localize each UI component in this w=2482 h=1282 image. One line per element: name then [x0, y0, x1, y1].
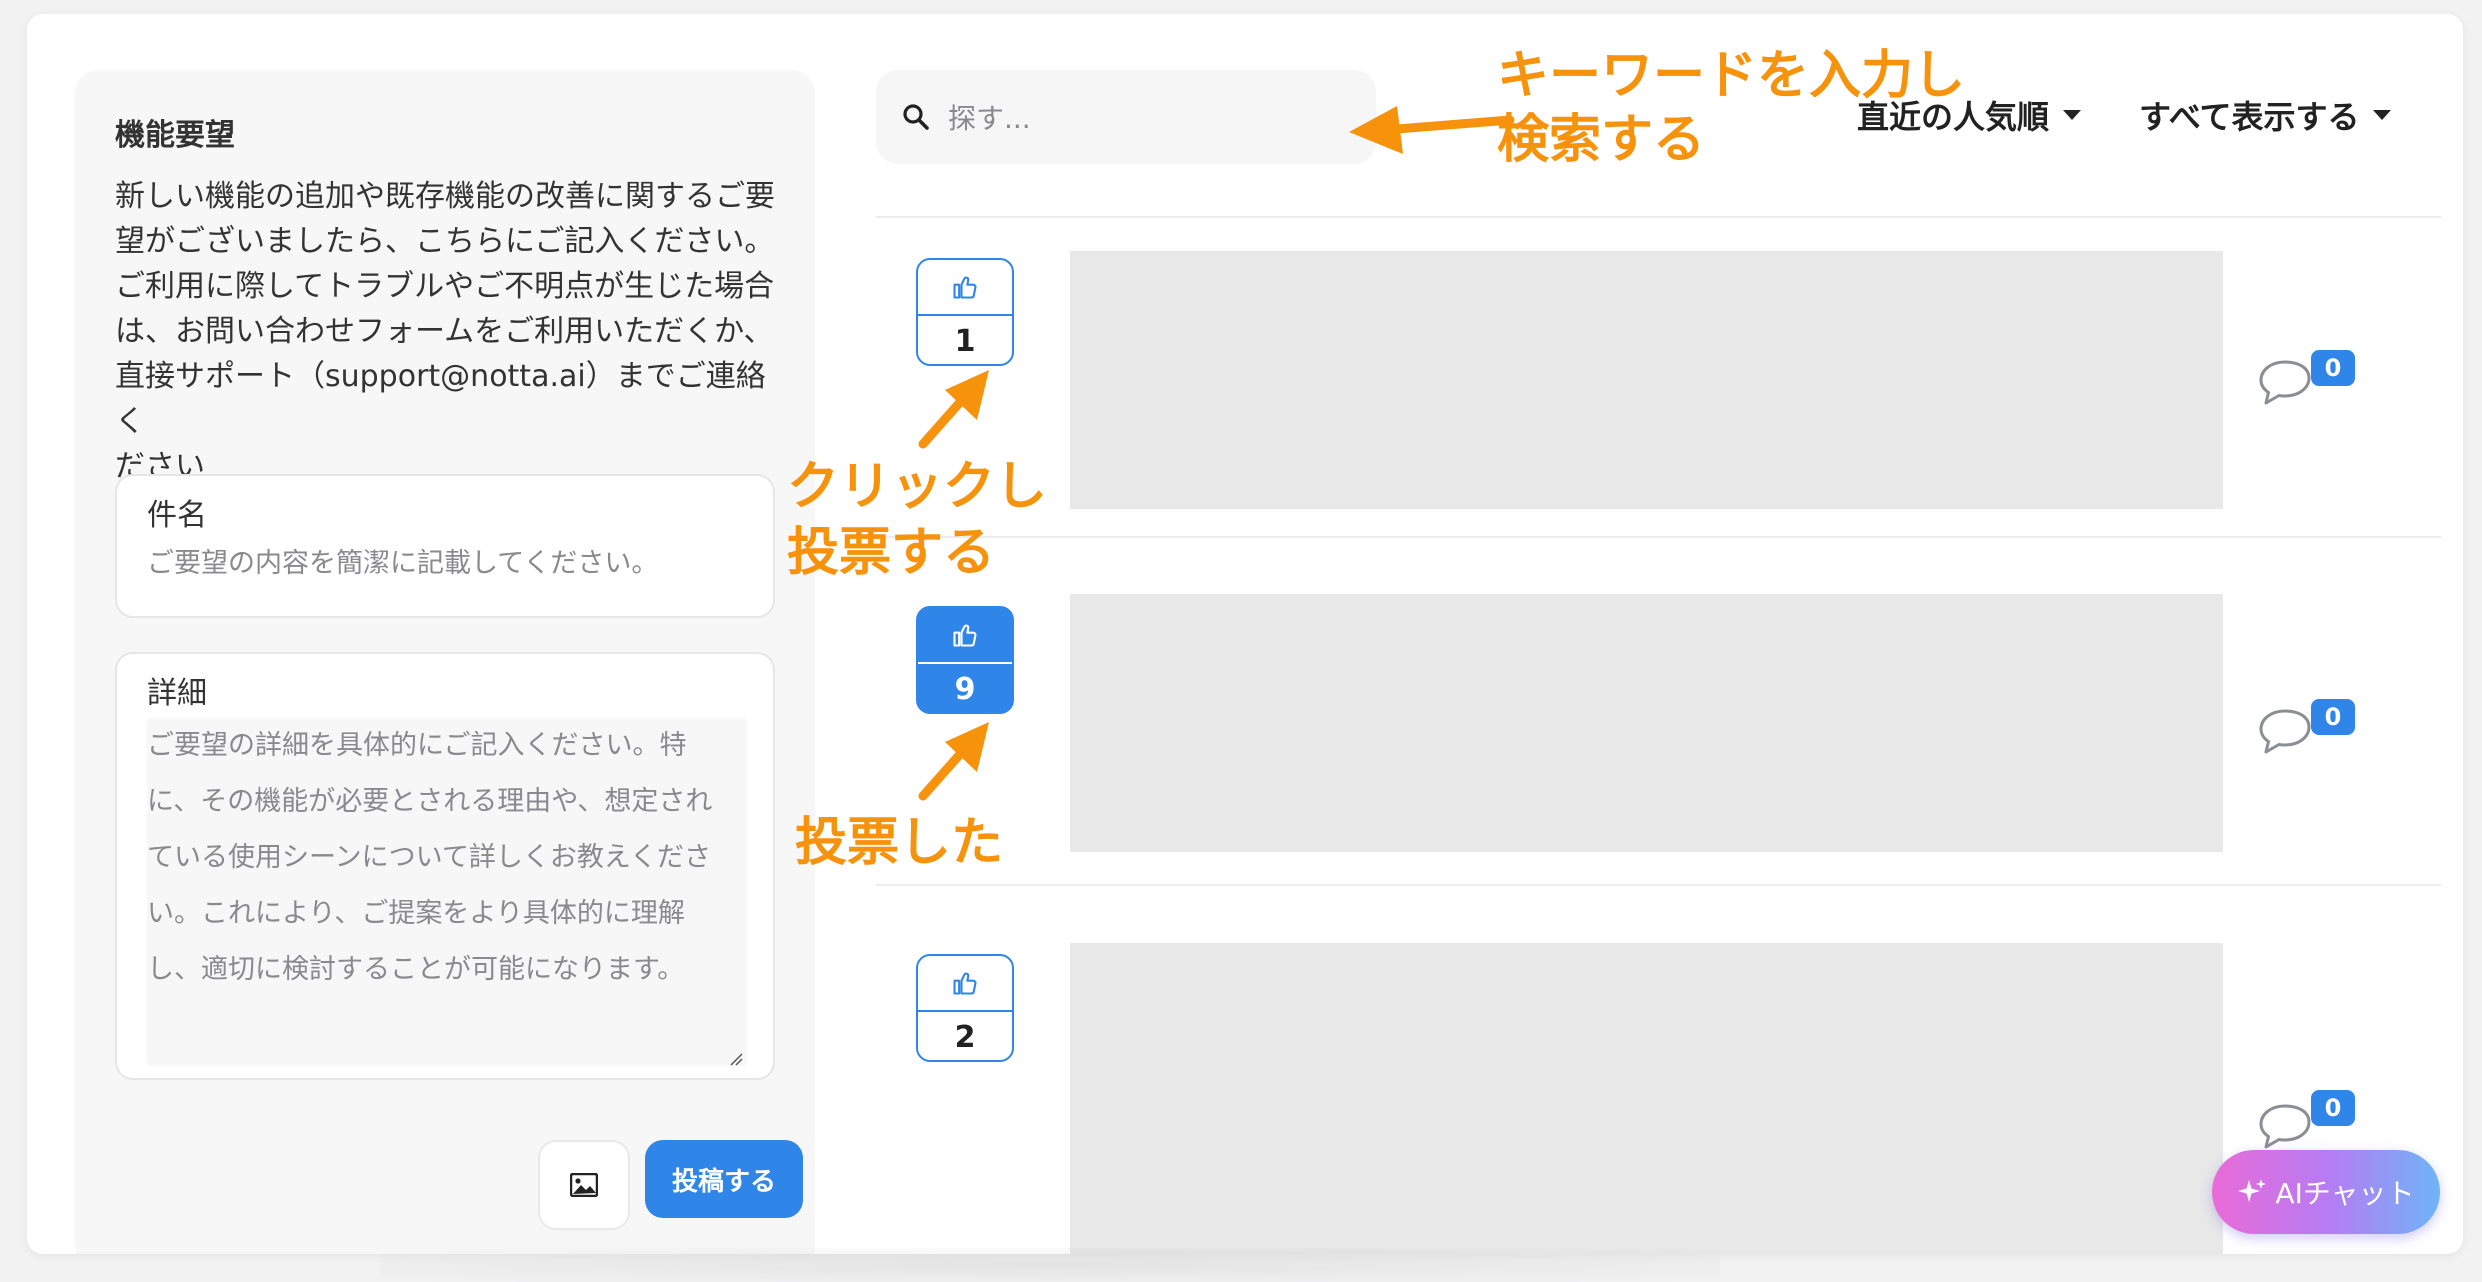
panel-description: 新しい機能の追加や既存機能の改善に関するご要 望がございましたら、こちらにご記入…	[115, 179, 775, 484]
search-box[interactable]	[876, 70, 1376, 164]
comment-icon[interactable]	[2257, 707, 2313, 757]
comment-count-badge: 0	[2311, 350, 2355, 386]
comment-count-badge: 0	[2311, 1090, 2355, 1126]
request-form-panel: 機能要望 新しい機能の追加や既存機能の改善に関するご要 望がございましたら、こち…	[75, 70, 815, 1254]
vote-button-voted[interactable]: 9	[916, 606, 1014, 714]
arrow-left-icon	[1349, 106, 1515, 154]
ai-chat-button[interactable]: AIチャット	[2212, 1150, 2440, 1234]
thumbs-up-icon	[953, 276, 977, 299]
vote-count: 2	[954, 1019, 976, 1055]
search-input[interactable]	[946, 92, 1350, 144]
panel-title: 機能要望	[115, 118, 235, 153]
filter-dropdown[interactable]: すべて表示する	[2139, 92, 2392, 138]
resize-handle-icon[interactable]	[729, 1052, 743, 1066]
caret-down-icon	[2373, 110, 2392, 120]
arrow-up-icon	[918, 722, 989, 801]
comment-icon[interactable]	[2257, 1102, 2313, 1152]
sparkle-icon	[2238, 1179, 2267, 1202]
feature-request-board: 機能要望 新しい機能の追加や既存機能の改善に関するご要 望がございましたら、こち…	[27, 14, 2463, 1254]
bottom-shadow	[380, 1248, 1720, 1282]
detail-field[interactable]: 詳細 ご要望の詳細を具体的にご記入ください。特 に、その機能が必要とされる理由や…	[115, 652, 775, 1080]
detail-label: 詳細	[147, 676, 207, 711]
filter-dropdown-label: すべて表示する	[2139, 98, 2360, 136]
caret-down-icon	[2063, 110, 2082, 120]
divider	[876, 884, 2441, 886]
comment-count-badge: 0	[2311, 699, 2355, 735]
divider	[876, 216, 2441, 218]
submit-button[interactable]: 投稿する	[645, 1140, 803, 1218]
detail-placeholder: ご要望の詳細を具体的にご記入ください。特 に、その機能が必要とされる理由や、想定…	[147, 730, 713, 985]
subject-field[interactable]: 件名 ご要望の内容を簡潔に記載してください。	[115, 474, 775, 618]
annotation-voted: 投票した	[795, 813, 1004, 873]
image-icon	[570, 1173, 598, 1197]
thumbs-up-icon	[953, 624, 977, 647]
divider	[876, 536, 2441, 538]
detail-textarea[interactable]: ご要望の詳細を具体的にご記入ください。特 に、その機能が必要とされる理由や、想定…	[147, 718, 747, 1066]
vote-button[interactable]: 1	[916, 258, 1014, 366]
subject-placeholder[interactable]: ご要望の内容を簡潔に記載してください。	[147, 536, 737, 592]
post-content-placeholder[interactable]	[1070, 251, 2223, 509]
vote-button[interactable]: 2	[916, 954, 1014, 1062]
search-icon	[903, 104, 929, 130]
subject-label: 件名	[147, 498, 207, 533]
post-content-placeholder[interactable]	[1070, 594, 2223, 852]
thumbs-up-icon	[953, 972, 977, 995]
arrow-up-icon	[918, 370, 989, 449]
post-content-placeholder[interactable]	[1070, 943, 2223, 1254]
vote-count: 1	[954, 323, 976, 359]
vote-count: 9	[954, 671, 976, 707]
ai-chat-label: AIチャット	[2275, 1177, 2415, 1210]
annotation-click-vote: クリックし 投票する	[787, 457, 1048, 583]
attach-image-button[interactable]	[538, 1140, 630, 1230]
comment-icon[interactable]	[2257, 358, 2313, 408]
annotation-search: キーワードを入力し 検索する	[1497, 46, 1966, 170]
